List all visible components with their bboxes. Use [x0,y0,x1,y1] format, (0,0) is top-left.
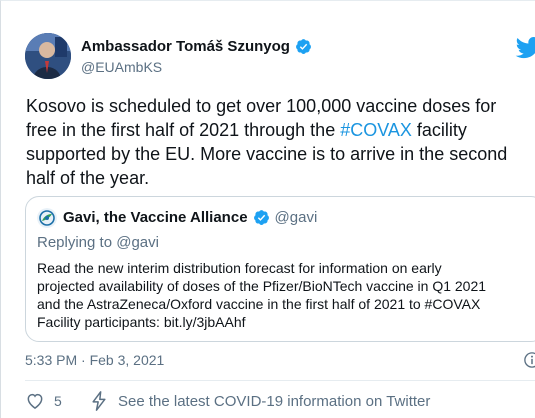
covid-info-link[interactable]: See the latest COVID-19 information on T… [118,393,430,410]
quoted-author-name: Gavi, the Vaccine Alliance [63,209,248,226]
quoted-text-line: Read the new interim distribution foreca… [37,260,442,276]
divider [25,380,535,381]
author-handle[interactable]: @EUAmbKS [81,59,162,75]
quoted-tweet-text: Read the new interim distribution foreca… [37,259,535,331]
heart-icon[interactable] [25,391,45,411]
quoted-text-line: and the AstraZeneca/Oxford vaccine in th… [37,296,481,312]
verified-badge-icon [253,210,269,225]
tweet-text-line: Kosovo is scheduled to get over 100,000 … [26,96,497,116]
quoted-tweet[interactable]: Gavi, the Vaccine Alliance @gavi Replyin… [25,196,535,342]
like-count: 5 [54,393,62,409]
gavi-logo-icon [37,208,57,228]
quoted-author-handle: @gavi [274,209,318,226]
quoted-author-avatar [37,208,57,228]
author-name-row[interactable]: Ambassador Tomáš Szunyog [81,38,312,55]
author-name[interactable]: Ambassador Tomáš Szunyog [81,38,290,55]
replying-to-label: Replying to @gavi [37,234,159,251]
tweet-text-line: free in the first half of 2021 through t… [26,118,535,142]
quoted-author-row: Gavi, the Vaccine Alliance @gavi [63,209,317,226]
info-icon[interactable] [523,351,535,369]
lightning-bolt-icon [92,391,106,411]
tweet-card: Ambassador Tomáš Szunyog @EUAmbKS Kosovo… [0,0,535,418]
tweet-text-line: half of the year. [26,168,150,188]
author-avatar[interactable] [25,33,71,79]
twitter-bird-icon[interactable] [515,37,535,59]
author-avatar-image [25,33,71,79]
tweet-text-segment: free in the first half of 2021 through t… [26,120,341,140]
tweet-text-line: supported by the EU. More vaccine is to … [26,144,508,164]
verified-badge-icon [295,39,311,54]
quoted-text-line: Facility participants: bit.ly/3jbAAhf [37,314,246,330]
quoted-text-line: projected availability of doses of the P… [37,278,487,294]
tweet-text: Kosovo is scheduled to get over 100,000 … [26,94,535,190]
tweet-timestamp[interactable]: 5:33 PM · Feb 3, 2021 [25,352,164,368]
tweet-text-segment: facility [411,120,467,140]
hashtag-link[interactable]: #COVAX [340,120,412,140]
